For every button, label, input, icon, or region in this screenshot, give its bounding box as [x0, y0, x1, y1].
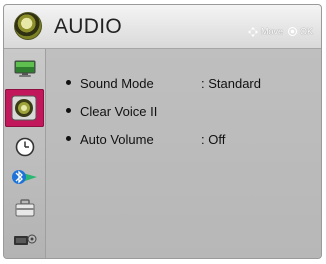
hint-move-label: Move	[260, 26, 283, 37]
page-title: AUDIO	[54, 15, 123, 38]
menu-item-label: Auto Volume	[80, 132, 154, 147]
audio-menu-window: AUDIO Move OK Sound Mode: Standard Clea…	[4, 5, 321, 258]
ok-button-icon	[288, 27, 298, 37]
menu-content: Sound Mode : Standard Clear Voice II Aut…	[46, 49, 321, 258]
sidebar-item-audio[interactable]	[5, 89, 44, 127]
option-toolbox-icon	[15, 199, 35, 217]
navigation-hint: Move OK	[248, 26, 313, 37]
sidebar-item-picture[interactable]	[8, 56, 41, 85]
move-arrows-icon	[248, 26, 259, 37]
menu-header: AUDIO Move OK	[4, 5, 321, 49]
menu-item-sound-mode[interactable]: Sound Mode : Standard	[46, 73, 321, 97]
sidebar-item-input[interactable]	[8, 225, 41, 254]
input-device-icon	[14, 234, 37, 245]
bullet	[66, 80, 71, 85]
menu-item-auto-volume[interactable]: Auto Volume : Off	[46, 129, 321, 153]
category-sidebar	[4, 49, 46, 258]
sidebar-item-time[interactable]	[8, 133, 41, 162]
menu-item-label: Clear Voice II	[80, 104, 158, 119]
menu-item-value: : Off	[201, 132, 226, 147]
bullet	[66, 136, 71, 141]
picture-icon	[14, 60, 36, 77]
menu-item-value: : Standard	[201, 76, 261, 91]
sidebar-item-option[interactable]	[8, 194, 41, 223]
sidebar-item-network[interactable]	[8, 163, 41, 192]
hint-ok-label: OK	[299, 26, 313, 37]
menu-item-clear-voice[interactable]: Clear Voice II	[46, 101, 321, 125]
menu-item-label: Sound Mode	[80, 76, 154, 91]
audio-speaker-icon	[11, 95, 37, 121]
bullet	[66, 108, 71, 113]
network-icon	[12, 170, 37, 184]
audio-speaker-icon	[14, 12, 42, 40]
clock-icon	[15, 137, 35, 157]
